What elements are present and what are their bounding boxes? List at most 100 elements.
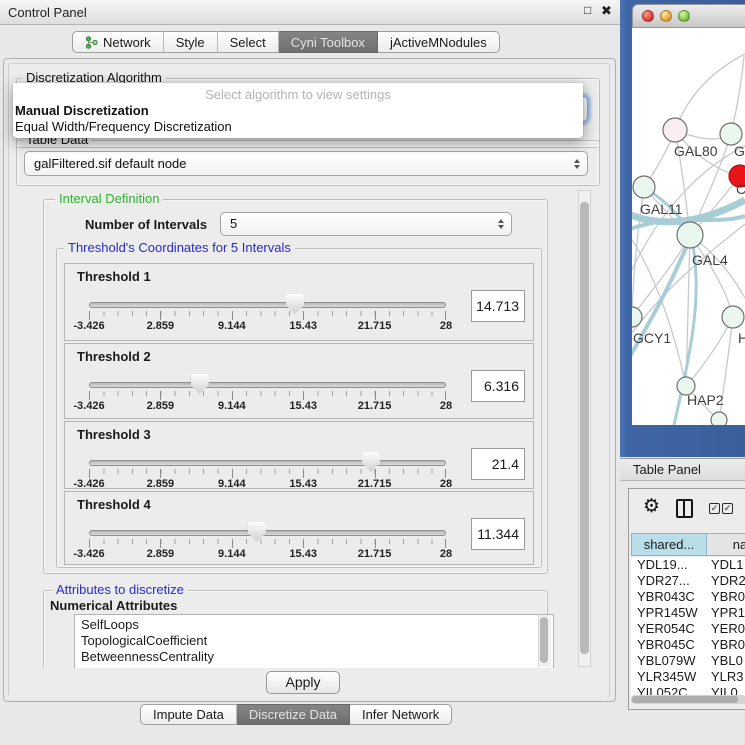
dropdown-option-manual[interactable]: Manual Discretization	[13, 103, 583, 119]
tick-label: 9.144	[218, 478, 246, 490]
interval-definition-title: Interval Definition	[55, 192, 163, 206]
numerical-attributes-list[interactable]: SelfLoopsTopologicalCoefficientBetweenne…	[74, 614, 554, 670]
combo-stepper-icon	[574, 159, 580, 169]
threshold-panel: Threshold 2 -3.426 2.859 9.144 15.43 21.…	[64, 343, 534, 419]
threshold-slider-track[interactable]	[89, 460, 446, 466]
threshold-slider-track[interactable]	[89, 530, 446, 536]
tab-cyni-toolbox[interactable]: Cyni Toolbox	[279, 31, 378, 53]
close-icon[interactable]: ✖	[601, 3, 612, 19]
network-node-gal4[interactable]	[677, 222, 703, 248]
tick-label: 2.859	[147, 320, 175, 332]
table-row[interactable]: YBL079W YBL0	[631, 653, 745, 669]
table-panel-box: ⚙ ✓ ✓ shared... name YDL19... YDL1 YDR27…	[628, 488, 745, 710]
cell-name[interactable]: YBR0	[707, 637, 745, 653]
tab-infer-network[interactable]: Infer Network	[350, 704, 452, 725]
tick-label: 21.715	[358, 548, 392, 560]
table-row[interactable]: YPR145W YPR1	[631, 605, 745, 621]
cell-shared-name[interactable]: YPR145W	[631, 605, 707, 621]
cell-shared-name[interactable]: YDL19...	[631, 557, 707, 573]
network-node-gal11[interactable]	[633, 176, 655, 198]
attribute-item[interactable]: SelfLoops	[81, 617, 553, 633]
tab-jactivemnodules[interactable]: jActiveMNodules	[378, 31, 500, 53]
tab-style[interactable]: Style	[164, 31, 218, 53]
threshold-slider-track[interactable]	[89, 382, 446, 388]
tick-label: 15.43	[289, 478, 317, 490]
tab-discretize-data[interactable]: Discretize Data	[237, 704, 350, 725]
apply-button[interactable]: Apply	[266, 671, 340, 694]
table-row[interactable]: YBR043C YBR0	[631, 589, 745, 605]
tab-label: Select	[230, 35, 266, 50]
table-hscrollbar[interactable]	[631, 695, 745, 704]
cell-name[interactable]: YBR0	[707, 589, 745, 605]
table-row[interactable]: YER054C YER0	[631, 621, 745, 637]
threshold-slider-track[interactable]	[89, 302, 446, 308]
cell-shared-name[interactable]: YER054C	[631, 621, 707, 637]
table-row[interactable]: YLR345W YLR3	[631, 669, 745, 685]
tick-label: 15.43	[289, 400, 317, 412]
float-window-icon[interactable]: □	[584, 3, 591, 17]
threshold-value-field[interactable]: 21.4	[471, 448, 525, 480]
number-of-intervals-combobox[interactable]: 5	[220, 212, 512, 236]
network-node-ga[interactable]	[720, 123, 742, 145]
network-node-bottom[interactable]	[711, 412, 727, 425]
checkbox-icon[interactable]: ✓	[722, 503, 733, 514]
threshold-label: Threshold 2	[77, 349, 151, 364]
node-label-gal4: GAL4	[692, 252, 728, 268]
numerical-attributes-label: Numerical Attributes	[50, 598, 177, 613]
cell-name[interactable]: YPR1	[707, 605, 745, 621]
threshold-value-field[interactable]: 11.344	[471, 518, 525, 550]
minimize-traffic-light-icon[interactable]	[660, 10, 672, 22]
attributes-list-scrollbar-thumb[interactable]	[540, 617, 548, 663]
threshold-panel: Threshold 4 -3.426 2.859 9.144 15.43 21.…	[64, 491, 534, 565]
cell-name[interactable]: YDR2	[707, 573, 745, 589]
cell-name[interactable]: YDL1	[707, 557, 745, 573]
cell-name[interactable]: YBL0	[707, 653, 745, 669]
thresholds-group-title: Threshold's Coordinates for 5 Intervals	[64, 241, 295, 255]
network-canvas[interactable]: GAL80 GA C GAL11 GAL4 GCY1 H HAP2	[632, 28, 745, 425]
slider-ticks	[89, 469, 446, 478]
column-header-shared-name[interactable]: shared...	[631, 533, 707, 556]
cell-shared-name[interactable]: YBR045C	[631, 637, 707, 653]
tab-label: Impute Data	[153, 707, 224, 722]
cell-name[interactable]: YER0	[707, 621, 745, 637]
cell-shared-name[interactable]: YDR27...	[631, 573, 707, 589]
table-row[interactable]: YBR045C YBR0	[631, 637, 745, 653]
table-data-combobox[interactable]: galFiltered.sif default node	[24, 151, 588, 176]
threshold-label: Threshold 4	[77, 497, 151, 512]
intervals-value: 5	[230, 216, 237, 231]
close-traffic-light-icon[interactable]	[642, 10, 654, 22]
table-row[interactable]: YDR27... YDR2	[631, 573, 745, 589]
tick-label: 28	[440, 320, 452, 332]
network-node-gcy1[interactable]	[632, 307, 642, 327]
columns-icon[interactable]	[676, 499, 693, 518]
network-node-h[interactable]	[722, 306, 744, 328]
tab-network[interactable]: Network	[72, 31, 164, 53]
cell-shared-name[interactable]: YLR345W	[631, 669, 707, 685]
panel-scrollbar-thumb[interactable]	[580, 202, 589, 654]
cell-name[interactable]: YLR3	[707, 669, 745, 685]
checkbox-icon[interactable]: ✓	[709, 503, 720, 514]
tab-select[interactable]: Select	[218, 31, 279, 53]
column-header-name[interactable]: name	[707, 533, 745, 556]
attribute-item[interactable]: TopologicalCoefficient	[81, 633, 553, 649]
tick-label: 9.144	[218, 320, 246, 332]
table-row[interactable]: YDL19... YDL1	[631, 557, 745, 573]
tab-impute-data[interactable]: Impute Data	[140, 704, 237, 725]
node-label-h: H	[738, 330, 745, 346]
cell-shared-name[interactable]: YBL079W	[631, 653, 707, 669]
threshold-value-field[interactable]: 6.316	[471, 370, 525, 402]
zoom-traffic-light-icon[interactable]	[678, 10, 690, 22]
slider-tick-labels: -3.426 2.859 9.144 15.43 21.715 28	[89, 478, 446, 490]
table-hscrollbar-thumb[interactable]	[632, 696, 738, 703]
bottom-tab-bar: Impute Data Discretize Data Infer Networ…	[140, 704, 452, 725]
threshold-value-field[interactable]: 14.713	[471, 290, 525, 322]
slider-ticks	[89, 391, 446, 400]
node-label-hap2: HAP2	[687, 392, 724, 408]
gear-icon[interactable]: ⚙	[643, 495, 660, 518]
tick-label: 15.43	[289, 320, 317, 332]
network-node-gal80[interactable]	[663, 118, 687, 142]
dropdown-option-equal-width[interactable]: Equal Width/Frequency Discretization	[13, 119, 583, 135]
tick-label: 9.144	[218, 548, 246, 560]
attribute-item[interactable]: BetweennessCentrality	[81, 649, 553, 665]
cell-shared-name[interactable]: YBR043C	[631, 589, 707, 605]
